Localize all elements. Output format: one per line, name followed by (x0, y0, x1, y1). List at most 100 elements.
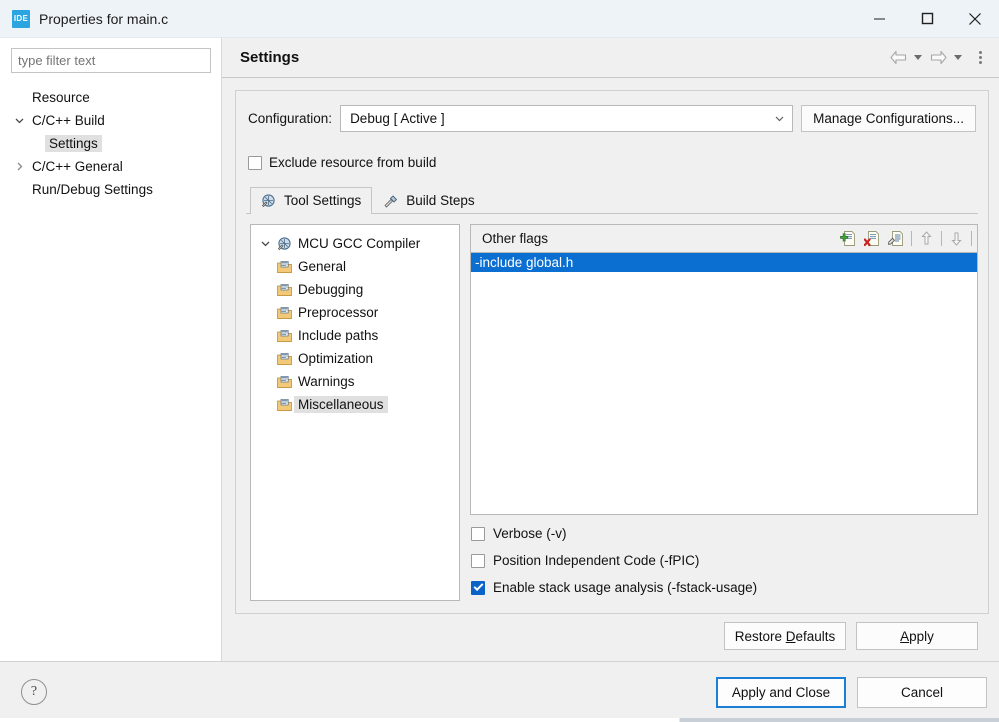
folder-tool-icon (275, 283, 294, 297)
chevron-right-icon[interactable] (11, 161, 28, 172)
sidebar-item-label: C/C++ General (28, 158, 127, 175)
manage-configurations-button[interactable]: Manage Configurations... (801, 105, 976, 132)
list-item[interactable]: -include global.h (471, 253, 977, 272)
page-title: Settings (240, 49, 887, 66)
restore-defaults-mnemonic: D (786, 629, 796, 644)
tool-tree-item-optimization[interactable]: Optimization (256, 347, 455, 370)
sidebar-item-cpp-general[interactable]: C/C++ General (11, 155, 210, 178)
title-bar: IDE Properties for main.c (0, 0, 999, 38)
exclude-resource-checkbox[interactable] (248, 156, 262, 170)
delete-flag-icon[interactable] (862, 228, 883, 250)
compiler-icon (275, 236, 294, 251)
apply-label-post: pply (909, 629, 934, 644)
tool-tabs: Tool Settings Build Steps (246, 188, 978, 214)
exclude-resource-row[interactable]: Exclude resource from build (246, 155, 978, 170)
ide-app-icon: IDE (12, 10, 30, 28)
sidebar-item-settings[interactable]: Settings (11, 132, 210, 155)
tool-tree-label: General (294, 258, 350, 275)
tool-category-tree: MCU GCC Compiler G (250, 224, 460, 601)
other-flags-list[interactable]: -include global.h (470, 252, 978, 515)
exclude-resource-label: Exclude resource from build (269, 155, 436, 170)
cancel-button[interactable]: Cancel (857, 677, 987, 708)
option-stack-usage-analysis[interactable]: Enable stack usage analysis (-fstack-usa… (470, 574, 978, 601)
position-independent-code-checkbox[interactable] (471, 554, 485, 568)
tool-tree-label: Miscellaneous (294, 396, 388, 413)
help-icon[interactable]: ? (21, 679, 47, 705)
filter-input[interactable] (11, 48, 211, 73)
forward-arrow-icon[interactable] (927, 46, 949, 70)
properties-dialog: IDE Properties for main.c Resource (0, 0, 999, 722)
minimize-icon[interactable] (855, 0, 903, 38)
sidebar-item-resource[interactable]: Resource (11, 86, 210, 109)
maximize-icon[interactable] (903, 0, 951, 38)
folder-tool-icon (275, 329, 294, 343)
toolbar-separator (971, 231, 972, 246)
pane-toolbar (887, 46, 989, 70)
forward-dropdown-icon[interactable] (951, 46, 965, 70)
move-down-icon[interactable] (946, 228, 967, 250)
option-verbose[interactable]: Verbose (-v) (470, 520, 978, 547)
tool-tree-item-miscellaneous[interactable]: Miscellaneous (256, 393, 455, 416)
tool-tree-label: Optimization (294, 350, 377, 367)
sidebar-item-cpp-build[interactable]: C/C++ Build (11, 109, 210, 132)
configuration-select[interactable]: Debug [ Active ] (340, 105, 793, 132)
window-controls (855, 0, 999, 38)
settings-tree: Resource C/C++ Build Settings C/ (11, 86, 210, 201)
other-flags-header: Other flags (470, 224, 978, 252)
apply-mnemonic: A (900, 629, 909, 644)
tab-label: Build Steps (406, 193, 474, 208)
chevron-down-icon[interactable] (256, 238, 275, 249)
other-flags-toolbar (838, 228, 973, 250)
compiler-options: Verbose (-v) Position Independent Code (… (470, 515, 978, 601)
tool-tree-item-debugging[interactable]: Debugging (256, 278, 455, 301)
tool-tree-item-mcu-gcc-compiler[interactable]: MCU GCC Compiler (256, 232, 455, 255)
back-dropdown-icon[interactable] (911, 46, 925, 70)
tab-build-steps[interactable]: Build Steps (372, 187, 485, 213)
verbose-checkbox[interactable] (471, 527, 485, 541)
edit-flag-icon[interactable] (886, 228, 907, 250)
apply-bar: Restore Defaults Apply (235, 614, 989, 661)
toolbar-separator (941, 231, 942, 246)
tool-tree-label: MCU GCC Compiler (294, 235, 424, 252)
option-label: Position Independent Code (-fPIC) (493, 553, 699, 568)
tool-tree-item-general[interactable]: General (256, 255, 455, 278)
tool-tree-item-preprocessor[interactable]: Preprocessor (256, 301, 455, 324)
tool-tree-label: Debugging (294, 281, 367, 298)
folder-tool-icon (275, 398, 294, 412)
tool-tree-label: Include paths (294, 327, 382, 344)
restore-defaults-button[interactable]: Restore Defaults (724, 622, 846, 650)
tool-settings-icon (259, 193, 278, 208)
option-label: Enable stack usage analysis (-fstack-usa… (493, 580, 757, 595)
stack-usage-analysis-checkbox[interactable] (471, 581, 485, 595)
dialog-footer: ? Apply and Close Cancel (0, 661, 999, 722)
configuration-row: Configuration: Debug [ Active ] Manage C… (246, 105, 978, 132)
tab-tool-settings[interactable]: Tool Settings (250, 187, 372, 213)
window-title: Properties for main.c (39, 11, 855, 27)
settings-content: Configuration: Debug [ Active ] Manage C… (222, 78, 999, 661)
apply-button[interactable]: Apply (856, 622, 978, 650)
chevron-down-icon[interactable] (11, 115, 28, 126)
option-label: Verbose (-v) (493, 526, 567, 541)
tool-tree-item-warnings[interactable]: Warnings (256, 370, 455, 393)
back-arrow-icon[interactable] (887, 46, 909, 70)
other-flags-title: Other flags (482, 231, 838, 246)
build-steps-icon (381, 193, 400, 208)
settings-nav-panel: Resource C/C++ Build Settings C/ (0, 38, 222, 661)
folder-tool-icon (275, 352, 294, 366)
view-menu-icon[interactable] (971, 46, 989, 70)
tool-settings-body: MCU GCC Compiler G (246, 214, 978, 613)
sidebar-item-label: Run/Debug Settings (28, 181, 157, 198)
sidebar-item-run-debug-settings[interactable]: Run/Debug Settings (11, 178, 210, 201)
tool-tree-item-include-paths[interactable]: Include paths (256, 324, 455, 347)
chevron-down-icon (772, 112, 786, 126)
option-position-independent-code[interactable]: Position Independent Code (-fPIC) (470, 547, 978, 574)
configuration-label: Configuration: (248, 111, 332, 126)
apply-and-close-button[interactable]: Apply and Close (716, 677, 846, 708)
add-flag-icon[interactable] (838, 228, 859, 250)
close-icon[interactable] (951, 0, 999, 38)
move-up-icon[interactable] (916, 228, 937, 250)
pane-header: Settings (222, 38, 999, 78)
folder-tool-icon (275, 260, 294, 274)
settings-pane: Settings (222, 38, 999, 661)
restore-defaults-label-pre: Restore (735, 629, 786, 644)
